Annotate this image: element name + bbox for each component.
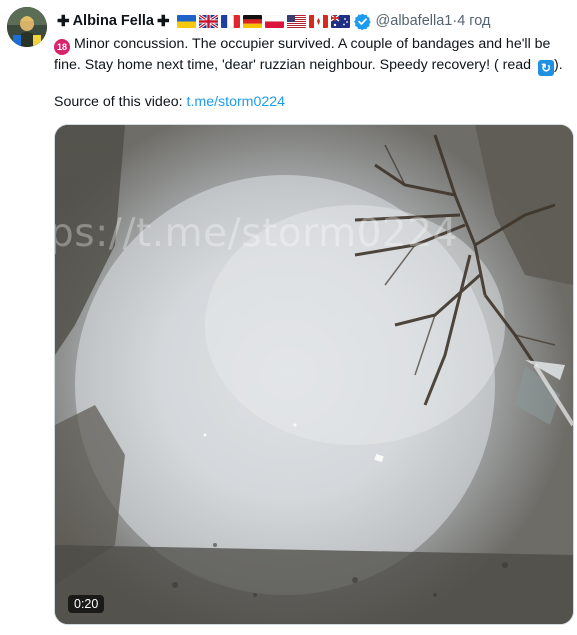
cross-icon: ✚ (57, 13, 70, 30)
tweet-body-tail: ). (553, 57, 563, 73)
source-label: Source of this video: (54, 94, 187, 110)
australia-flag-icon (330, 14, 350, 28)
uk-flag-icon (198, 14, 218, 28)
author-name[interactable]: ✚ Albina Fella ✚ (54, 12, 173, 30)
usa-flag-icon (286, 14, 306, 28)
source-line: Source of this video: t.me/storm0224 (54, 94, 285, 110)
video-frame (55, 125, 573, 624)
avatar[interactable] (7, 7, 47, 47)
no-under-18-icon: 18 (54, 39, 70, 55)
source-link[interactable]: t.me/storm0224 (187, 94, 286, 110)
cross-icon: ✚ (156, 13, 170, 30)
avatar-image (7, 7, 47, 47)
video-player[interactable]: ps://t.me/storm0224 0:20 (54, 124, 574, 625)
video-watermark: ps://t.me/storm0224 (54, 211, 458, 256)
ukraine-flag-icon (176, 14, 196, 28)
video-duration-badge: 0:20 (68, 595, 105, 613)
germany-flag-icon (242, 14, 262, 28)
verified-badge-icon (353, 13, 371, 30)
repeat-icon: ↻ (537, 60, 554, 76)
author-name-text: Albina Fella (72, 13, 154, 29)
flag-emojis (176, 14, 350, 28)
canada-flag-icon (308, 14, 328, 28)
france-flag-icon (220, 14, 240, 28)
poland-flag-icon (264, 14, 284, 28)
tweet-text: 18 Minor concussion. The occupier survive… (54, 34, 572, 76)
tweet-timestamp[interactable]: 4 год (457, 13, 490, 29)
tweet-header: ✚ Albina Fella ✚ @albafella1 · 4 год (54, 10, 571, 32)
author-handle[interactable]: @albafella1 (376, 13, 453, 29)
tweet-body: Minor concussion. The occupier survived.… (54, 36, 551, 73)
